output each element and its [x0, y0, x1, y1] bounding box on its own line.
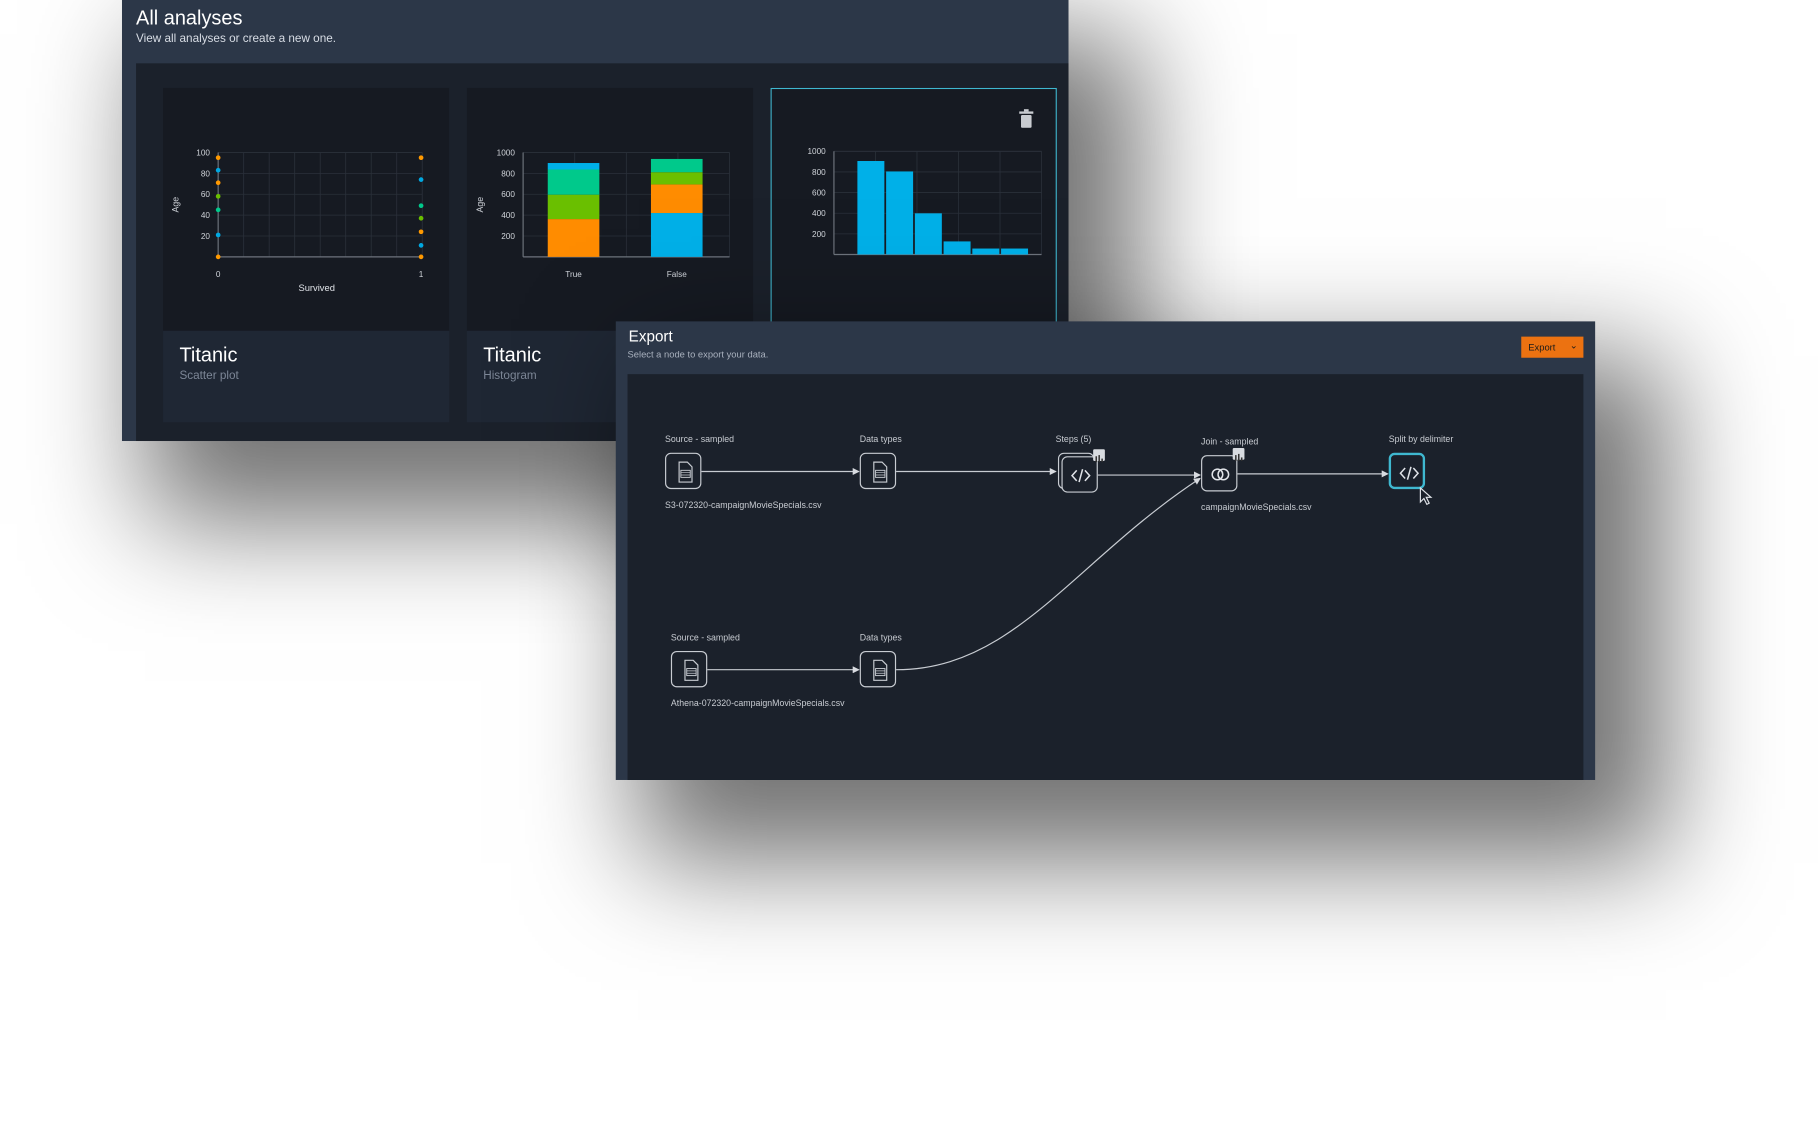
file-table-icon	[873, 659, 888, 681]
scatter-point	[215, 167, 221, 173]
scatter-point	[418, 243, 424, 248]
x-tick-label: True	[565, 270, 582, 279]
bar-segment	[650, 213, 703, 257]
flow-node[interactable]	[665, 452, 702, 490]
histogram-bar	[972, 248, 1000, 255]
export-button[interactable]: Export ⌄	[1521, 336, 1584, 358]
node-file-name: campaignMovieSpecials.csv	[1201, 502, 1312, 513]
y-tick-label: 400	[812, 209, 826, 218]
histogram-chart: 200 400 600 800 1000	[807, 147, 1042, 256]
page-title: All analyses	[136, 7, 243, 30]
x-tick-label: False	[667, 270, 687, 279]
bar-segment	[650, 172, 703, 185]
x-axis-label: Survived	[298, 283, 334, 293]
export-subtitle: Select a node to export your data.	[627, 349, 769, 361]
card-type: Scatter plot	[179, 369, 239, 383]
chart-badge-icon[interactable]	[1093, 449, 1105, 463]
card-title: Titanic	[483, 343, 542, 366]
bar-segment	[650, 158, 703, 173]
histogram-bar	[1001, 248, 1029, 255]
scatter-point	[418, 155, 424, 161]
y-tick-label: 600	[501, 190, 515, 199]
card-type: Histogram	[483, 369, 537, 383]
node-label: Data types	[859, 433, 902, 445]
stacked-bar-chart: 200 400 600 800 1000 Age True False	[475, 148, 730, 279]
x-tick-label: 1	[419, 270, 424, 279]
scatter-point	[215, 155, 221, 161]
y-axis-label: Age	[170, 197, 180, 213]
node-label: Steps (5)	[1055, 433, 1092, 445]
y-tick-label: 600	[812, 189, 826, 198]
file-table-icon	[684, 659, 699, 681]
histogram-bar	[914, 213, 942, 255]
chevron-down-icon: ⌄	[1569, 340, 1578, 351]
histogram-bar	[943, 241, 971, 255]
export-button-label: Export	[1528, 341, 1556, 353]
chart-preview: 200 400 600 800 1000 Age True False	[466, 87, 754, 331]
file-table-icon	[678, 461, 693, 483]
scatter-point	[215, 193, 221, 199]
y-tick-label: 800	[501, 169, 515, 178]
bar-segment	[547, 219, 600, 257]
scatter-point	[418, 203, 424, 209]
scatter-point	[215, 254, 221, 260]
y-tick-label: 1000	[497, 148, 516, 157]
export-panel: Export Select a node to export your data…	[615, 321, 1596, 780]
chart-preview: 200 400 600 800 1000	[771, 89, 1056, 332]
y-tick-label: 800	[812, 168, 826, 177]
bar-segment	[547, 194, 600, 220]
node-label: Source - sampled	[670, 632, 740, 643]
scatter-point	[215, 232, 221, 238]
scatter-point	[215, 180, 221, 186]
y-tick-label: 100	[196, 148, 210, 157]
scatter-point	[418, 215, 424, 221]
histogram-bar	[886, 171, 914, 255]
scatter-point	[418, 177, 424, 182]
y-tick-label: 80	[201, 169, 211, 178]
scatter-chart: 20 40 60 80 100 Age 0 1 Survived	[170, 148, 424, 293]
flow-node[interactable]	[859, 650, 897, 688]
y-tick-label: 200	[501, 232, 515, 241]
analysis-card-scatter[interactable]: 20 40 60 80 100 Age 0 1 Survived Titanic Scatter…	[163, 87, 450, 423]
file-table-icon	[873, 461, 888, 483]
scatter-point	[215, 207, 221, 213]
chart-preview: 20 40 60 80 100 Age 0 1 Survived	[163, 87, 450, 331]
scatter-point	[418, 229, 424, 235]
bar-segment	[547, 169, 600, 195]
node-label: Join - sampled	[1201, 436, 1259, 447]
y-tick-label: 400	[501, 211, 515, 220]
flow-edge	[896, 477, 1201, 671]
trash-icon[interactable]	[1018, 109, 1034, 128]
histogram-bar	[857, 161, 885, 255]
node-label: Source - sampled	[665, 433, 734, 445]
flow-canvas: Source - sampled S3-072320-campaignMovieS…	[627, 374, 1584, 780]
y-axis-label: Age	[475, 197, 485, 213]
export-title: Export	[628, 327, 673, 345]
node-label: Split by delimiter	[1388, 433, 1454, 445]
chart-badge-icon[interactable]	[1232, 448, 1245, 461]
y-tick-label: 200	[812, 230, 826, 239]
y-tick-label: 1000	[807, 147, 826, 156]
mouse-cursor-icon	[1419, 486, 1433, 506]
node-file-name: S3-072320-campaignMovieSpecials.csv	[665, 499, 822, 511]
scatter-point	[418, 254, 424, 260]
y-tick-label: 40	[201, 211, 211, 220]
card-title: Titanic	[179, 343, 238, 366]
node-file-name: Athena-072320-campaignMovieSpecials.csv	[670, 697, 845, 709]
flow-node[interactable]	[859, 452, 897, 490]
node-label: Data types	[859, 632, 902, 643]
bar-segment	[547, 163, 600, 170]
page-subtitle: View all analyses or create a new one.	[136, 32, 336, 46]
bar-segment	[650, 184, 703, 214]
flow-node[interactable]	[670, 650, 708, 688]
y-tick-label: 20	[201, 232, 211, 241]
flow-node[interactable]	[1388, 452, 1426, 490]
y-tick-label: 60	[201, 190, 211, 199]
x-tick-label: 0	[216, 270, 221, 279]
